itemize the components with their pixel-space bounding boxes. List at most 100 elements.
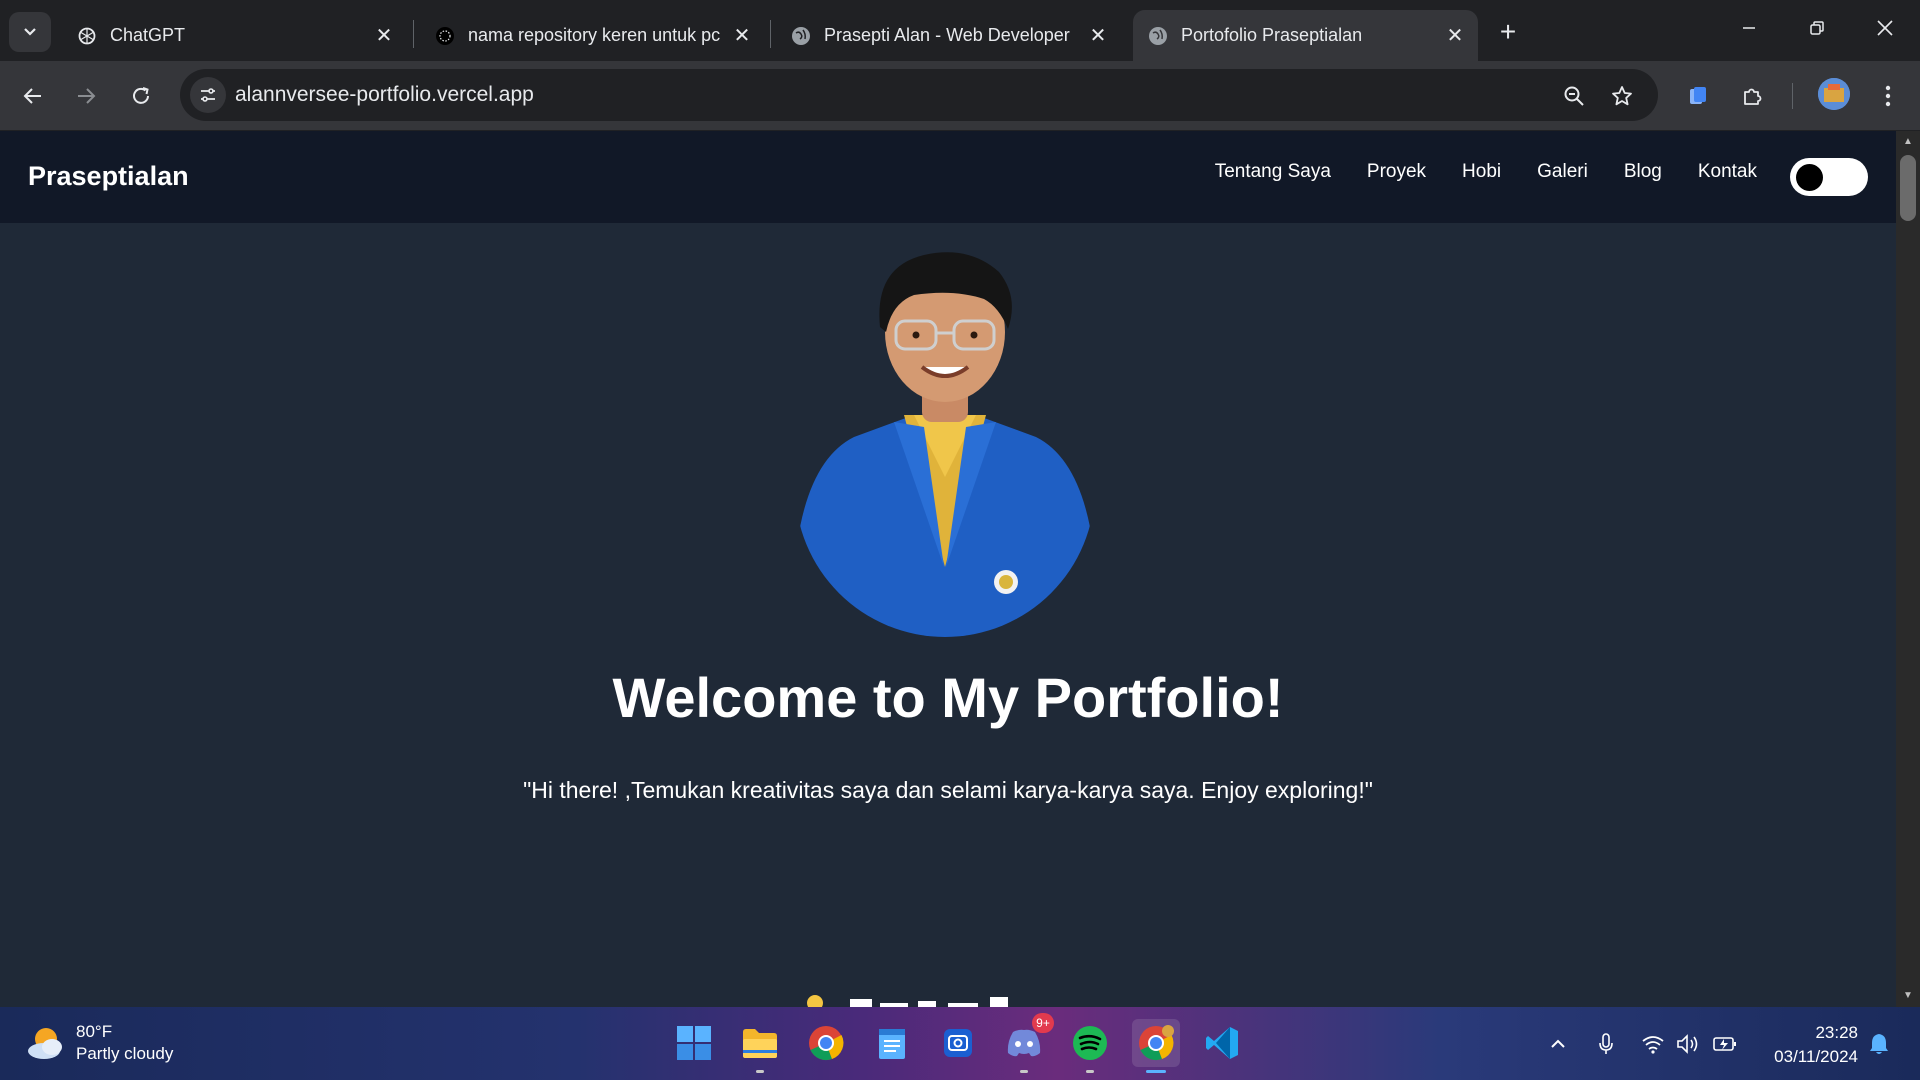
folder-icon [743,1029,777,1058]
globe-icon [1147,25,1169,47]
active-indicator [1146,1070,1166,1073]
address-bar[interactable]: alannversee-portfolio.vercel.app [180,69,1658,121]
extensions-puzzle-icon[interactable] [1735,78,1771,114]
show-hidden-icons-button[interactable] [1543,1029,1573,1059]
chrome-button[interactable] [802,1019,850,1067]
running-indicator [1020,1070,1028,1073]
taskbar-apps: 9+ [670,1013,1246,1073]
tab-title: Portofolio Praseptialan [1181,25,1363,45]
back-button[interactable] [13,76,53,116]
perplexity-icon [434,25,456,47]
site-settings-icon[interactable] [190,77,226,113]
scroll-down-arrow-icon[interactable]: ▼ [1903,990,1913,1001]
microphone-icon[interactable] [1591,1029,1621,1059]
volume-icon[interactable] [1673,1029,1703,1059]
zoom-icon[interactable] [1559,81,1589,111]
spotify-icon [1073,1026,1107,1060]
weather-condition: Partly cloudy [76,1044,174,1063]
profile-photo [795,252,1095,637]
tab-search-button[interactable] [9,12,51,52]
arrow-right-icon [78,88,96,104]
restore-button[interactable] [1792,8,1842,48]
notification-badge: 9+ [1032,1013,1054,1033]
reload-button[interactable] [121,76,161,116]
battery-charging-icon[interactable] [1710,1029,1740,1059]
nav-tentang-saya[interactable]: Tentang Saya [1215,161,1331,183]
windows-start-button[interactable] [670,1019,718,1067]
partly-cloudy-icon [28,1028,62,1059]
windows-taskbar: 80°F Partly cloudy 9+ 23:28 03/11/2024 [0,1007,1920,1080]
discord-icon [1007,1029,1041,1057]
tab-title: ChatGPT [110,25,186,45]
theme-toggle[interactable] [1790,158,1868,196]
vscode-icon [1206,1027,1238,1059]
globe-icon [790,25,812,47]
next-section-heading-peek [807,995,1008,1007]
profile-avatar[interactable] [1818,78,1850,110]
tab-chatgpt[interactable]: ChatGPT ✕ [62,10,407,61]
site-brand[interactable]: Praseptialan [28,161,189,192]
discord-button[interactable]: 9+ [1000,1013,1054,1073]
system-clock[interactable]: 23:28 03/11/2024 [1748,1021,1858,1069]
more-menu-icon[interactable] [1870,78,1906,114]
screenshot-icon [944,1029,972,1057]
notepad-icon [879,1029,905,1059]
scroll-up-arrow-icon[interactable]: ▲ [1903,136,1913,147]
chrome-icon [809,1026,844,1061]
nav-blog[interactable]: Blog [1624,161,1662,183]
chevron-down-icon [24,28,36,36]
page-viewport: Praseptialan Tentang Saya Proyek Hobi Ga… [0,131,1896,1007]
reload-icon [133,87,149,104]
spotify-button[interactable] [1066,1019,1114,1073]
tab-divider [413,20,414,48]
chevron-up-icon [1551,1039,1565,1048]
nav-galeri[interactable]: Galeri [1537,161,1588,183]
nav-hobi[interactable]: Hobi [1462,161,1501,183]
hero-title: Welcome to My Portfolio! [612,666,1284,729]
minimize-button[interactable] [1724,8,1774,48]
running-indicator [1086,1070,1094,1073]
site-navbar: Praseptialan Tentang Saya Proyek Hobi Ga… [0,131,1896,223]
weather-widget[interactable]: 80°F Partly cloudy [24,1021,173,1065]
arrow-left-icon [23,88,41,104]
extension-icon[interactable] [1680,78,1716,114]
browser-toolbar: alannversee-portfolio.vercel.app [0,61,1920,131]
file-explorer-button[interactable] [736,1019,784,1073]
tab-strip: ChatGPT ✕ nama repository keren untuk pc… [0,0,1920,61]
clock-date: 03/11/2024 [1774,1047,1858,1066]
close-icon [1877,20,1893,36]
bookmark-star-icon[interactable] [1607,81,1637,111]
close-icon[interactable]: ✕ [1083,21,1113,51]
clock-time: 23:28 [1815,1023,1858,1042]
chrome-profile-button[interactable] [1132,1019,1180,1073]
nav-proyek[interactable]: Proyek [1367,161,1426,183]
tab-title: nama repository keren untuk pc [468,25,721,45]
toggle-knob [1796,164,1823,191]
close-icon[interactable]: ✕ [369,21,399,51]
close-icon[interactable]: ✕ [727,21,757,51]
weather-temp: 80°F [76,1022,113,1041]
tab-prasepti-alan[interactable]: Prasepti Alan - Web Developer ✕ [776,10,1121,61]
tab-portofolio[interactable]: Portofolio Praseptialan ✕ [1133,10,1478,61]
notepad-button[interactable] [868,1019,916,1067]
weather-text: 80°F Partly cloudy [76,1021,173,1065]
forward-button[interactable] [66,76,106,116]
chrome-icon [1139,1025,1174,1061]
vscode-button[interactable] [1198,1019,1246,1067]
minimize-icon [1743,27,1755,29]
close-icon[interactable]: ✕ [1440,21,1470,51]
running-indicator [756,1070,764,1073]
page-scrollbar[interactable]: ▲ ▼ [1896,131,1920,1007]
tab-repository[interactable]: nama repository keren untuk pc ✕ [420,10,765,61]
windows-logo-icon [677,1026,711,1060]
wifi-icon[interactable] [1638,1029,1668,1059]
new-tab-button[interactable]: + [1490,14,1526,50]
notification-bell-icon[interactable] [1864,1029,1894,1059]
toolbar-divider [1792,83,1793,109]
scroll-thumb[interactable] [1900,155,1916,221]
tab-divider [770,20,771,48]
nav-kontak[interactable]: Kontak [1698,161,1757,183]
restore-icon [1810,21,1824,35]
close-window-button[interactable] [1860,8,1910,48]
snipping-tool-button[interactable] [934,1019,982,1067]
